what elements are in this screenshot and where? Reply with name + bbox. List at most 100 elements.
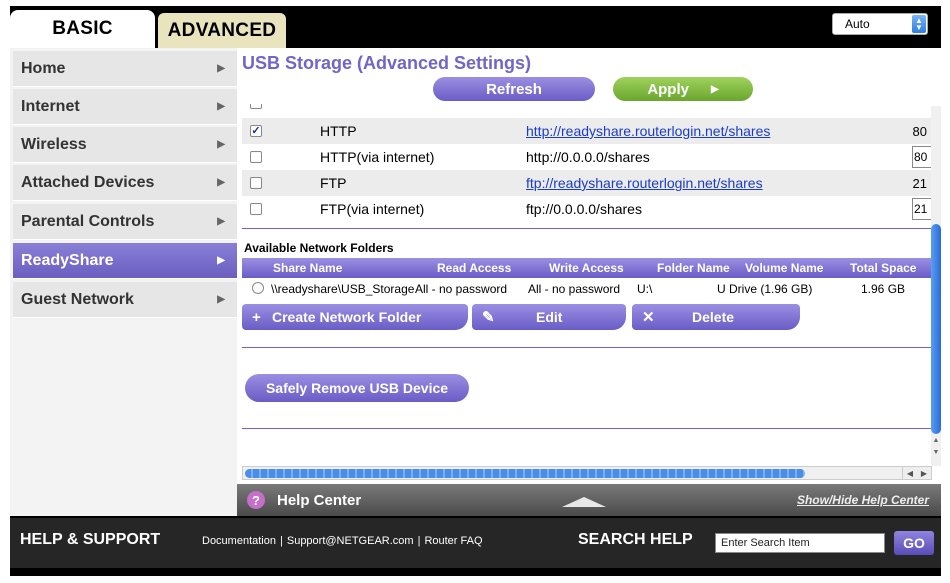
- access-row: FTP ftp://readyshare.routerlogin.net/sha…: [242, 170, 931, 196]
- help-support-title: HELP & SUPPORT: [20, 531, 161, 548]
- search-help-input[interactable]: [715, 533, 885, 553]
- nav-item-label: Attached Devices: [21, 173, 155, 191]
- chevron-right-icon: ▶: [217, 101, 225, 112]
- http-internet-checkbox[interactable]: [250, 151, 262, 163]
- settings-scroll-area[interactable]: ✓ HTTP http://readyshare.routerlogin.net…: [237, 104, 931, 466]
- top-tab-bar: BASIC ADVANCED Auto ▲ ▼: [10, 6, 941, 48]
- chevron-right-icon: ▶: [217, 139, 225, 150]
- access-row: FTP(via internet) ftp://0.0.0.0/shares 2…: [242, 196, 931, 222]
- tab-advanced[interactable]: ADVANCED: [158, 13, 286, 48]
- section-label: Available Network Folders: [244, 241, 394, 255]
- search-help-title: SEARCH HELP: [578, 531, 693, 548]
- help-center-title: Help Center: [277, 492, 362, 509]
- vertical-scrollbar[interactable]: ▲ ▼: [931, 106, 941, 466]
- nav-item-home[interactable]: Home ▶: [13, 51, 237, 87]
- page-title: USB Storage (Advanced Settings): [242, 53, 532, 73]
- nav-item-wireless[interactable]: Wireless ▶: [13, 127, 237, 163]
- column-header: Write Access: [549, 261, 624, 275]
- scroll-down-icon[interactable]: ▼: [931, 448, 941, 458]
- table-row: \\readyshare\USB_Storage All - no passwo…: [242, 278, 931, 300]
- access-link[interactable]: http://readyshare.routerlogin.net/shares: [526, 123, 770, 139]
- ftp-internet-checkbox[interactable]: [250, 203, 262, 215]
- vertical-scroll-thumb[interactable]: [931, 224, 941, 434]
- create-network-folder-button[interactable]: + Create Network Folder: [242, 304, 468, 330]
- scroll-right-icon[interactable]: ▶: [921, 469, 927, 478]
- http-checkbox[interactable]: ✓: [250, 125, 262, 137]
- access-name: HTTP: [320, 123, 357, 139]
- horizontal-scroll-thumb[interactable]: [245, 469, 805, 478]
- router-faq-link[interactable]: Router FAQ: [424, 535, 482, 547]
- main-content: USB Storage (Advanced Settings) Refresh …: [237, 48, 941, 516]
- chevron-right-icon: ▶: [217, 294, 225, 305]
- divider: [242, 228, 931, 229]
- checkbox[interactable]: [250, 104, 262, 109]
- chevron-right-icon: ▶: [217, 63, 225, 74]
- show-hide-help-link[interactable]: Show/Hide Help Center: [797, 493, 929, 507]
- delete-button[interactable]: ✕ Delete: [632, 304, 800, 330]
- horizontal-scroll-arrows[interactable]: ◀ ▶: [902, 466, 932, 480]
- nav-item-attached-devices[interactable]: Attached Devices ▶: [13, 165, 237, 201]
- folder-name: U:\: [637, 282, 653, 296]
- scroll-left-icon[interactable]: ◀: [907, 469, 913, 478]
- nav-item-label: Guest Network: [21, 290, 134, 308]
- help-center-bar: ? Help Center Show/Hide Help Center: [237, 484, 941, 516]
- folders-table-header: Share Name Read Access Write Access Fold…: [242, 258, 931, 278]
- access-link[interactable]: ftp://readyshare.routerlogin.net/shares: [526, 175, 763, 191]
- nav-item-label: Home: [21, 59, 66, 77]
- documentation-link[interactable]: Documentation: [202, 535, 276, 547]
- access-row: ✓ HTTP http://readyshare.routerlogin.net…: [242, 118, 931, 144]
- chevron-right-icon: ▶: [217, 216, 225, 227]
- scroll-up-icon[interactable]: ▲: [931, 436, 941, 446]
- nav-item-readyshare[interactable]: ReadyShare ▶: [13, 243, 237, 279]
- folder-radio[interactable]: [252, 282, 264, 294]
- access-name: HTTP(via internet): [320, 149, 435, 165]
- plus-icon: +: [252, 308, 261, 326]
- total-space: 1.96 GB: [861, 282, 906, 296]
- write-access: All - no password: [528, 282, 621, 296]
- language-select[interactable]: Auto ▲ ▼: [832, 13, 928, 35]
- nav-item-guest-network[interactable]: Guest Network ▶: [13, 282, 237, 318]
- column-header: Total Space: [850, 261, 917, 275]
- tab-basic[interactable]: BASIC: [10, 10, 155, 48]
- ftp-port-input[interactable]: 21: [912, 198, 931, 220]
- http-port-input[interactable]: 80: [912, 146, 931, 168]
- access-name: FTP(via internet): [320, 201, 425, 217]
- access-name: FTP: [320, 175, 347, 191]
- safely-remove-usb-button[interactable]: Safely Remove USB Device: [245, 374, 469, 402]
- apply-button-label: Apply: [647, 80, 689, 98]
- link-separator: |: [417, 535, 421, 547]
- chevron-right-icon: ▶: [217, 255, 225, 266]
- go-button-label: GO: [903, 535, 925, 551]
- edit-button[interactable]: ✎ Edit: [472, 304, 626, 330]
- pencil-icon: ✎: [482, 309, 495, 326]
- link-separator: |: [280, 535, 283, 547]
- nav-item-parental-controls[interactable]: Parental Controls ▶: [13, 204, 237, 240]
- safely-remove-label: Safely Remove USB Device: [265, 380, 449, 396]
- refresh-button[interactable]: Refresh: [433, 77, 595, 101]
- play-arrow-icon: ▶: [710, 83, 719, 95]
- help-question-icon[interactable]: ?: [247, 491, 265, 509]
- access-port: 80: [912, 123, 927, 139]
- divider: [242, 428, 931, 429]
- delete-button-label: Delete: [692, 309, 735, 325]
- nav-item-label: Internet: [21, 97, 80, 115]
- chevron-right-icon: ▶: [217, 177, 225, 188]
- go-button[interactable]: GO: [894, 531, 934, 555]
- horizontal-scrollbar[interactable]: [242, 466, 922, 480]
- column-header: Share Name: [273, 261, 343, 275]
- support-email-link[interactable]: Support@NETGEAR.com: [287, 535, 414, 547]
- column-header: Read Access: [437, 261, 512, 275]
- divider: [242, 347, 931, 348]
- ftp-checkbox[interactable]: [250, 177, 262, 189]
- nav-item-label: Parental Controls: [21, 212, 155, 230]
- expand-triangle-icon[interactable]: [562, 497, 606, 507]
- support-links: Documentation | Support@NETGEAR.com | Router…: [202, 535, 483, 547]
- nav-item-internet[interactable]: Internet ▶: [13, 89, 237, 125]
- access-address: http://0.0.0.0/shares: [526, 149, 650, 165]
- apply-button[interactable]: Apply ▶: [613, 77, 753, 101]
- column-header: Volume Name: [745, 261, 824, 275]
- read-access: All - no password: [415, 282, 508, 296]
- create-button-label: Create Network Folder: [272, 309, 422, 325]
- volume-name: U Drive (1.96 GB): [717, 282, 813, 296]
- left-nav: Home ▶ Internet ▶ Wireless ▶ Attached De…: [10, 48, 237, 516]
